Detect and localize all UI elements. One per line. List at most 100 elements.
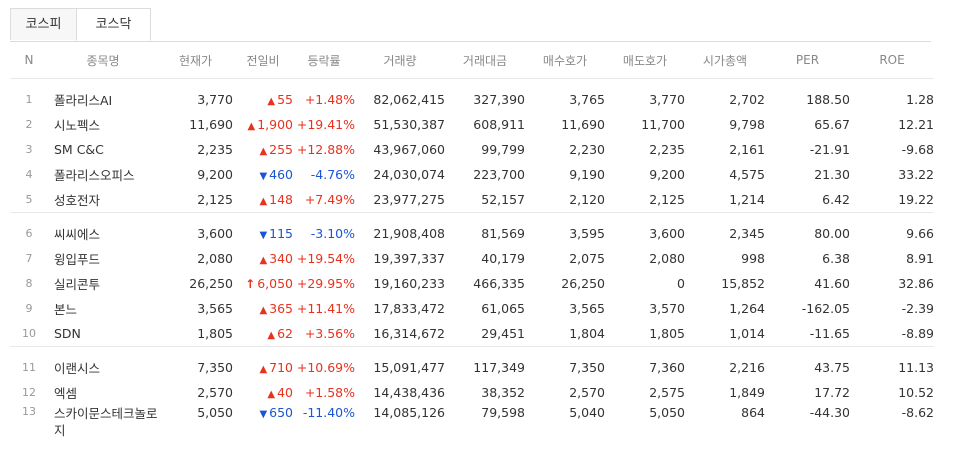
trade-amount: 327,390: [473, 92, 525, 107]
market-cap: 1,264: [729, 301, 765, 316]
down-triangle-icon: ▼: [259, 171, 268, 182]
ask-price: 11,700: [641, 117, 685, 132]
roe-value: 12.21: [898, 117, 934, 132]
bid-price: 2,570: [569, 385, 605, 400]
stock-name-link[interactable]: 성호전자: [48, 187, 158, 213]
stock-name-link[interactable]: 엑셈: [48, 380, 158, 405]
table-row[interactable]: 8 실리콘투 26,250 ↑ 6,050 +29.95% 19,160,233 466,33…: [10, 271, 935, 296]
trade-volume: 43,967,060: [373, 142, 445, 157]
trade-amount: 99,799: [481, 142, 525, 157]
col-header-price: 현재가: [158, 42, 233, 79]
ask-price: 3,770: [649, 92, 685, 107]
stock-name-link[interactable]: SDN: [48, 321, 158, 347]
current-price: 2,235: [197, 142, 233, 157]
bid-price: 2,075: [569, 251, 605, 266]
per-value: -11.65: [809, 326, 850, 341]
ask-price: 3,570: [649, 301, 685, 316]
price-change-value: 460: [269, 167, 293, 182]
up-triangle-icon: ▲: [247, 121, 256, 132]
row-number: 2: [25, 118, 33, 131]
stock-name-link[interactable]: 실리콘투: [48, 271, 158, 296]
market-cap: 998: [741, 251, 765, 266]
ask-price: 2,080: [649, 251, 685, 266]
table-body: 1 폴라리스AI 3,770 ▲ 55 +1.48% 82,062,415 327,390 3,…: [10, 79, 934, 440]
current-price: 3,770: [197, 92, 233, 107]
up-triangle-icon: ▲: [259, 196, 268, 207]
stock-name-link[interactable]: 폴라리스오피스: [48, 162, 158, 187]
table-row[interactable]: 4 폴라리스오피스 9,200 ▼ 460 -4.76% 24,030,074 223,700…: [10, 162, 935, 187]
trade-amount: 608,911: [473, 117, 525, 132]
market-cap: 1,214: [729, 192, 765, 207]
col-header-name: 종목명: [48, 42, 158, 79]
trade-volume: 19,397,337: [373, 251, 445, 266]
table-row[interactable]: 9 본느 3,565 ▲ 365 +11.41% 17,833,472 61,065 3,565…: [10, 296, 935, 321]
price-change: ▲ 365: [233, 296, 293, 321]
price-change: ▼ 115: [233, 221, 293, 246]
up-triangle-icon: ▲: [267, 389, 276, 400]
ask-price: 1,805: [649, 326, 685, 341]
col-header-ask: 매도호가: [605, 42, 685, 79]
market-cap: 1,014: [729, 326, 765, 341]
tab-kosdaq[interactable]: 코스닥: [76, 8, 151, 41]
table-row[interactable]: 5 성호전자 2,125 ▲ 148 +7.49% 23,977,275 52,157 2,12…: [10, 187, 935, 213]
trade-amount: 223,700: [473, 167, 525, 182]
stock-name-link[interactable]: 이랜시스: [48, 355, 158, 380]
current-price: 26,250: [189, 276, 233, 291]
table-row[interactable]: 1 폴라리스AI 3,770 ▲ 55 +1.48% 82,062,415 327,390 3,…: [10, 87, 935, 112]
stock-name-link[interactable]: 씨씨에스: [48, 221, 158, 246]
row-number: 12: [22, 386, 36, 399]
up-triangle-icon: ▲: [259, 364, 268, 375]
bid-price: 11,690: [561, 117, 605, 132]
table-row[interactable]: 10 SDN 1,805 ▲ 62 +3.56% 16,314,672 29,451 1,804…: [10, 321, 934, 347]
change-rate: -11.40%: [302, 405, 355, 420]
price-change: ▼ 460: [233, 162, 293, 187]
change-rate: +1.58%: [304, 385, 355, 400]
col-header-cap: 시가총액: [685, 42, 765, 79]
col-header-volume: 거래량: [355, 42, 445, 79]
table-row[interactable]: 6 씨씨에스 3,600 ▼ 115 -3.10% 21,908,408 81,569 3,59…: [10, 221, 935, 246]
group-separator: [10, 212, 934, 221]
table-row[interactable]: 13 스카이문스테크놀로지 5,050 ▼ 650 -11.40% 14,085,126 79…: [10, 405, 934, 439]
table-row[interactable]: 7 윙입푸드 2,080 ▲ 340 +19.54% 19,397,337 40,179 2,0…: [10, 246, 935, 271]
roe-value: 8.91: [906, 251, 934, 266]
per-value: -21.91: [809, 142, 850, 157]
stock-name-link[interactable]: 윙입푸드: [48, 246, 158, 271]
row-number: 4: [25, 168, 33, 181]
trade-volume: 21,908,408: [373, 226, 445, 241]
tab-kospi[interactable]: 코스피: [10, 8, 76, 40]
market-cap: 2,216: [729, 360, 765, 375]
col-header-per: PER: [765, 42, 850, 79]
trade-volume: 19,160,233: [373, 276, 445, 291]
price-change: ▲ 40: [233, 380, 293, 405]
stock-table: N 종목명 현재가 전일비 등락률 거래량 거래대금 매수호가 매도호가 시가총…: [10, 42, 934, 439]
stock-name-link[interactable]: 스카이문스테크놀로지: [48, 405, 158, 439]
ask-price: 2,235: [649, 142, 685, 157]
table-row[interactable]: 3 SM C&C 2,235 ▲ 255 +12.88% 43,967,060 99,799 2…: [10, 137, 935, 162]
stock-name-link[interactable]: 폴라리스AI: [48, 87, 158, 112]
table-header-row: N 종목명 현재가 전일비 등락률 거래량 거래대금 매수호가 매도호가 시가총…: [10, 42, 934, 79]
ask-price: 9,200: [649, 167, 685, 182]
per-value: 80.00: [814, 226, 850, 241]
stock-name-link[interactable]: 본느: [48, 296, 158, 321]
price-change-value: 255: [269, 142, 293, 157]
row-number: 3: [25, 143, 33, 156]
table-row[interactable]: 11 이랜시스 7,350 ▲ 710 +10.69% 15,091,477 117,349 7…: [10, 355, 934, 380]
table-row[interactable]: 12 엑셈 2,570 ▲ 40 +1.58% 14,438,436 38,352 2,570 2…: [10, 380, 934, 405]
col-header-n: N: [10, 42, 48, 79]
down-triangle-icon: ▼: [259, 409, 268, 420]
row-number: 7: [25, 252, 33, 265]
stock-name-link[interactable]: 시노펙스: [48, 112, 158, 137]
roe-value: 19.22: [898, 192, 934, 207]
per-value: 41.60: [814, 276, 850, 291]
change-rate: -4.76%: [310, 167, 355, 182]
up-triangle-icon: ▲: [259, 305, 268, 316]
stock-name-link[interactable]: SM C&C: [48, 137, 158, 162]
price-change: ▲ 1,900: [233, 112, 294, 137]
trade-amount: 466,335: [473, 276, 525, 291]
row-number: 1: [25, 93, 33, 106]
table-row[interactable]: 2 시노펙스 11,690 ▲ 1,900 +19.41% 51,530,387 608,91…: [10, 112, 935, 137]
price-change: ▲ 55: [233, 87, 293, 112]
bid-price: 5,040: [569, 405, 605, 420]
per-value: -44.30: [809, 405, 850, 420]
per-value: -162.05: [801, 301, 850, 316]
